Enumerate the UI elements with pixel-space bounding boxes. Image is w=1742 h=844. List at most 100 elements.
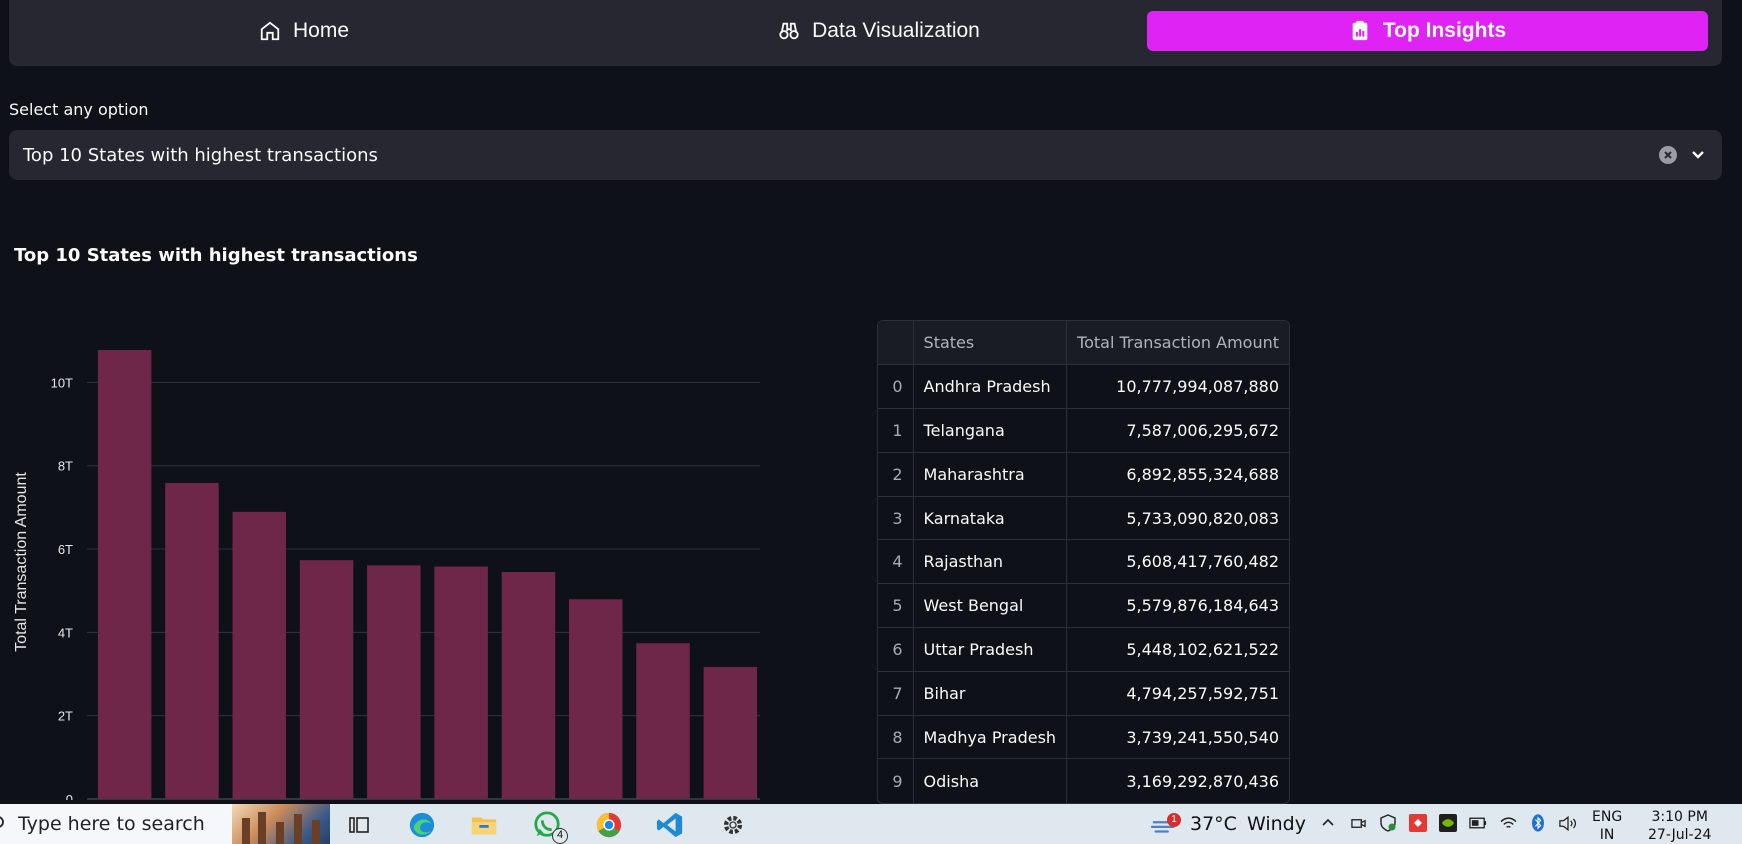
clear-icon[interactable] [1659, 146, 1677, 164]
row-amount: 5,733,090,820,083 [1066, 496, 1289, 541]
row-index: 8 [878, 715, 914, 760]
settings-gear-icon[interactable] [718, 810, 748, 840]
bar-bihar[interactable] [568, 599, 623, 799]
bar-telangana[interactable] [165, 482, 219, 799]
row-index: 0 [878, 364, 914, 410]
temperature: 37°C [1190, 813, 1237, 835]
y-axis-label: Total Transaction Amount [13, 472, 30, 652]
row-index: 1 [878, 408, 914, 453]
windows-taskbar: Type here to search 4 1 37°C Windy ENG I… [0, 804, 1742, 844]
table-header-row: States Total Transaction Amount [878, 321, 1289, 366]
option-select[interactable]: Top 10 States with highest transactions [9, 130, 1722, 180]
anydesk-icon[interactable] [1408, 812, 1428, 834]
file-explorer-icon[interactable] [469, 810, 499, 840]
nav-insights-label: Top Insights [1382, 19, 1507, 42]
chevron-up-icon[interactable] [1318, 812, 1338, 834]
y-tick-label: 4T [58, 625, 73, 640]
region-code: IN [1599, 827, 1615, 843]
clipboard-chart-icon [1352, 20, 1368, 41]
table-row[interactable]: 3 Karnataka 5,733,090,820,083 [878, 496, 1289, 541]
weather-alert-badge: 1 [1167, 813, 1181, 827]
bar-madhya-pradesh[interactable] [636, 643, 690, 799]
bluetooth-icon[interactable] [1528, 812, 1548, 834]
select-label: Select any option [9, 100, 149, 119]
table-row[interactable]: 8 Madhya Pradesh 3,739,241,550,540 [878, 715, 1289, 760]
table-row[interactable]: 6 Uttar Pradesh 5,448,102,621,522 [878, 627, 1289, 672]
row-amount: 5,579,876,184,643 [1066, 583, 1289, 629]
nav-home-label: Home [292, 19, 350, 42]
table-row[interactable]: 9 Odisha 3,169,292,870,436 [878, 758, 1289, 803]
row-state: Karnataka [913, 496, 1068, 541]
bar-west-bengal[interactable] [434, 566, 488, 799]
y-tick-label: 6T [58, 542, 73, 557]
volume-icon[interactable] [1558, 812, 1578, 834]
bar-rajasthan[interactable] [367, 565, 421, 799]
row-state: West Bengal [913, 583, 1068, 629]
language-indicator[interactable]: ENG IN [1592, 808, 1622, 844]
chrome-icon[interactable] [594, 810, 624, 840]
chart-title: Top 10 States with highest transactions [14, 245, 418, 266]
nav-viz-label: Data Visualization [812, 19, 980, 42]
clock-time: 3:10 PM [1651, 809, 1708, 825]
row-amount: 10,777,994,087,880 [1066, 364, 1289, 410]
edge-browser-icon[interactable] [407, 810, 437, 840]
row-index: 7 [878, 671, 914, 716]
table-row[interactable]: 7 Bihar 4,794,257,592,751 [878, 671, 1289, 716]
bar-odisha[interactable] [703, 666, 758, 799]
vscode-icon[interactable] [655, 810, 685, 840]
row-state: Andhra Pradesh [913, 364, 1068, 410]
battery-icon[interactable] [1468, 812, 1488, 834]
nav-data-visualization[interactable]: Data Visualization [599, 11, 1159, 51]
nav-home[interactable]: Home [9, 11, 599, 51]
row-state: Uttar Pradesh [913, 627, 1068, 672]
header-total-transaction-amount[interactable]: Total Transaction Amount [1066, 321, 1289, 366]
table-row[interactable]: 2 Maharashtra 6,892,855,324,688 [878, 452, 1289, 497]
table-row[interactable]: 1 Telangana 7,587,006,295,672 [878, 408, 1289, 453]
bar-uttar-pradesh[interactable] [501, 572, 556, 799]
table-row[interactable]: 4 Rajasthan 5,608,417,760,482 [878, 539, 1289, 585]
app-window: Home Data Visualization Top Insights Sel… [0, 0, 1742, 844]
task-view-icon[interactable] [344, 810, 374, 840]
y-tick-label: 0 [66, 792, 73, 800]
row-index: 3 [878, 496, 914, 541]
search-icon [0, 816, 4, 828]
row-state: Odisha [913, 758, 1068, 803]
row-amount: 3,739,241,550,540 [1066, 715, 1289, 760]
wifi-icon[interactable] [1498, 812, 1518, 834]
row-state: Bihar [913, 671, 1068, 716]
bar-karnataka[interactable] [299, 560, 354, 799]
row-amount: 6,892,855,324,688 [1066, 452, 1289, 497]
clock[interactable]: 3:10 PM 27-Jul-24 [1648, 808, 1711, 844]
header-index[interactable] [878, 321, 914, 366]
language-code: ENG [1592, 809, 1623, 825]
security-shield-icon[interactable] [1378, 812, 1398, 834]
taskbar-search-placeholder: Type here to search [18, 813, 205, 835]
chevron-down-icon[interactable] [1688, 145, 1708, 165]
row-index: 9 [878, 758, 914, 803]
bar-andhra-pradesh[interactable] [97, 350, 152, 799]
home-icon [260, 21, 280, 41]
table-row[interactable]: 5 West Bengal 5,579,876,184,643 [878, 583, 1289, 629]
table-row[interactable]: 0 Andhra Pradesh 10,777,994,087,880 [878, 364, 1289, 410]
header-states[interactable]: States [913, 321, 1068, 366]
row-index: 2 [878, 452, 914, 497]
weather-widget[interactable]: 37°C Windy [1190, 813, 1306, 835]
row-amount: 4,794,257,592,751 [1066, 671, 1289, 716]
binoculars-icon [779, 22, 799, 40]
row-index: 4 [878, 539, 914, 585]
whatsapp-icon[interactable]: 4 [532, 810, 568, 844]
row-amount: 5,448,102,621,522 [1066, 627, 1289, 672]
bar-chart: 0 2T 4T 6T 8T 10T Total Transaction Amount [13, 350, 760, 800]
camera-icon[interactable] [1348, 812, 1368, 834]
row-state: Rajasthan [913, 539, 1068, 585]
whatsapp-badge: 4 [552, 828, 568, 844]
clock-date: 27-Jul-24 [1648, 827, 1712, 843]
option-select-value: Top 10 States with highest transactions [23, 144, 378, 166]
row-state: Madhya Pradesh [913, 715, 1068, 760]
row-amount: 3,169,292,870,436 [1126, 771, 1279, 791]
search-highlight-image [232, 804, 330, 844]
bar-maharashtra[interactable] [232, 511, 287, 799]
nvidia-icon[interactable] [1438, 812, 1458, 834]
y-tick-label: 10T [51, 375, 73, 390]
nav-top-insights[interactable]: Top Insights [1147, 11, 1708, 51]
